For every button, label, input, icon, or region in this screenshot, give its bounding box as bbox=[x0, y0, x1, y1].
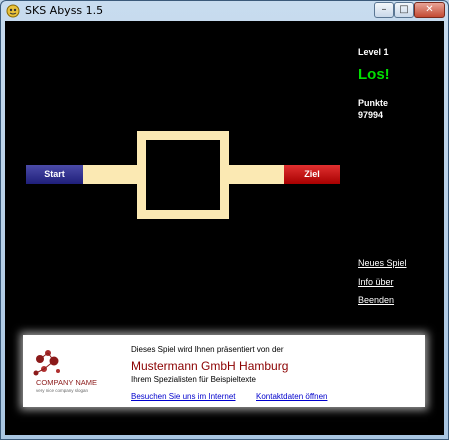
points-label: Punkte bbox=[358, 98, 389, 108]
window-title: SKS Abyss 1.5 bbox=[25, 4, 104, 17]
maximize-button[interactable]: □ bbox=[394, 2, 414, 18]
path-right bbox=[227, 165, 284, 184]
company-logo: COMPANY NAME very nice company slogan bbox=[33, 350, 97, 393]
quit-link[interactable]: Beenden bbox=[358, 295, 394, 305]
close-button[interactable]: ✕ bbox=[414, 2, 445, 18]
path-left bbox=[83, 165, 139, 184]
points-value: 97994 bbox=[358, 110, 384, 120]
banner-company: Mustermann GmbH Hamburg bbox=[131, 359, 289, 373]
info-link[interactable]: Info über bbox=[358, 277, 394, 287]
status-text: Los! bbox=[358, 66, 390, 83]
path-square bbox=[137, 131, 229, 219]
banner-intro: Dieses Spiel wird Ihnen präsentiert von … bbox=[131, 345, 284, 354]
banner-tagline: Ihrem Spezialisten für Beispieltexte bbox=[131, 375, 256, 384]
new-game-link[interactable]: Neues Spiel bbox=[358, 258, 407, 268]
logo-company-text: COMPANY NAME bbox=[36, 378, 97, 387]
app-window: SKS Abyss 1.5 – □ ✕ Level 1 Los! Punkte … bbox=[0, 0, 449, 440]
level-label: Level 1 bbox=[358, 47, 389, 57]
contact-link[interactable]: Kontaktdaten öffnen bbox=[256, 392, 327, 401]
minimize-button[interactable]: – bbox=[374, 2, 394, 18]
goal-zone[interactable]: Ziel bbox=[284, 165, 340, 184]
sponsor-banner: COMPANY NAME very nice company slogan Di… bbox=[23, 335, 425, 407]
start-zone[interactable]: Start bbox=[26, 165, 83, 184]
game-area: Level 1 Los! Punkte 97994 Start Ziel Neu… bbox=[5, 21, 444, 435]
visit-website-link[interactable]: Besuchen Sie uns im Internet bbox=[131, 392, 236, 401]
title-bar[interactable]: SKS Abyss 1.5 – □ ✕ bbox=[1, 1, 448, 21]
logo-slogan-text: very nice company slogan bbox=[36, 388, 89, 393]
app-icon bbox=[6, 4, 20, 18]
